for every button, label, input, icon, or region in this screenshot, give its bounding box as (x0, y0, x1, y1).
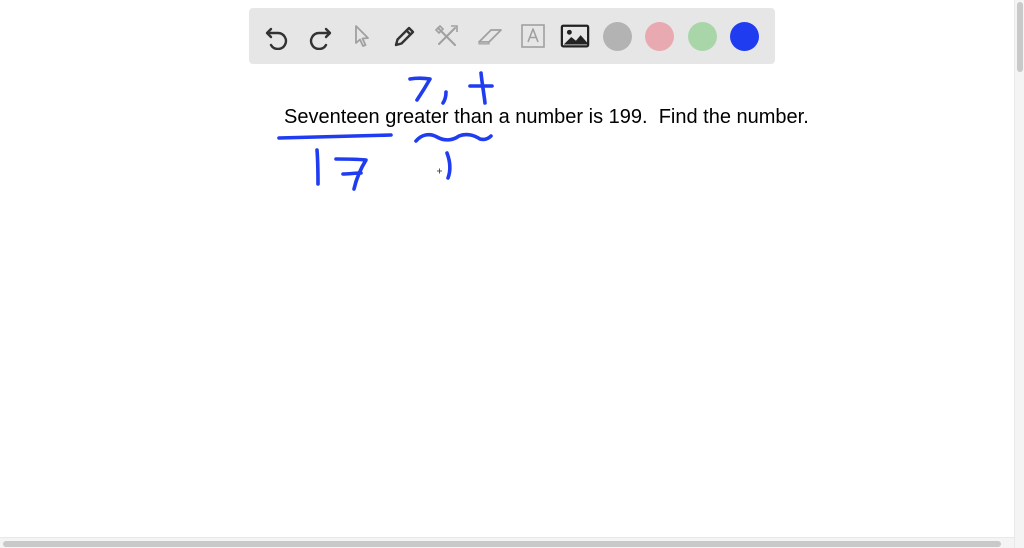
ink-seven-crossbar (341, 171, 363, 176)
cursor-crosshair (437, 168, 442, 174)
ink-plus-vertical (479, 71, 487, 105)
ink-seven-symbol (408, 76, 432, 102)
handwriting-layer (277, 71, 494, 191)
ink-squiggle-greater (414, 132, 493, 143)
vertical-scrollbar-thumb[interactable] (1017, 2, 1023, 72)
vertical-scrollbar[interactable] (1014, 0, 1024, 548)
horizontal-scrollbar[interactable] (0, 537, 1014, 548)
horizontal-scrollbar-thumb[interactable] (3, 541, 1001, 547)
ink-underline-seventeen (277, 133, 393, 140)
whiteboard-canvas[interactable]: Seventeen greater than a number is 199. … (0, 0, 1024, 548)
ink-variable-mark (445, 151, 452, 180)
ink-digit-one (315, 148, 320, 186)
ink-comma (441, 90, 448, 105)
